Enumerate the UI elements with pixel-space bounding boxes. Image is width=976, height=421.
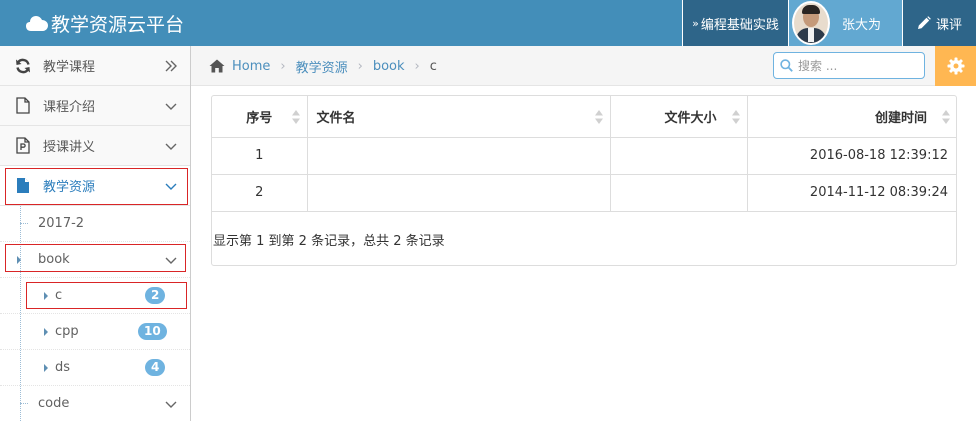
cell-created: 2016-08-18 12:39:12 bbox=[747, 137, 957, 175]
search-icon bbox=[780, 59, 793, 72]
user-menu[interactable]: 张大为 bbox=[788, 0, 902, 46]
sort-icon bbox=[731, 110, 740, 124]
pencil-icon bbox=[917, 16, 931, 29]
brand[interactable]: 教学资源云平台 bbox=[26, 8, 184, 38]
table-row[interactable]: 2 2014-11-12 08:39:24 bbox=[212, 174, 957, 212]
cloud-icon bbox=[26, 16, 48, 31]
resources-submenu: 2017-2 book c 2 cpp 10 ds 4 code bbox=[0, 206, 190, 421]
column-header-filename[interactable]: 文件名 bbox=[307, 96, 611, 138]
highlight-box bbox=[5, 168, 188, 205]
breadcrumb-separator: › bbox=[280, 58, 286, 74]
folder-ds[interactable]: ds 4 bbox=[0, 350, 190, 386]
brand-title: 教学资源云平台 bbox=[51, 13, 185, 36]
breadcrumb-resources[interactable]: 教学资源 bbox=[296, 57, 348, 76]
highlight-box bbox=[26, 282, 187, 309]
sort-icon bbox=[291, 110, 300, 124]
folder-label: 2017-2 bbox=[38, 216, 85, 231]
chevron-down-icon bbox=[165, 143, 177, 150]
count-badge: 10 bbox=[138, 323, 167, 340]
file-icon bbox=[14, 97, 32, 115]
breadcrumb-bar: Home › 教学资源 › book › c bbox=[191, 46, 976, 86]
caret-right-icon bbox=[44, 364, 48, 372]
cell-index: 1 bbox=[212, 137, 308, 175]
sidebar-item-courses[interactable]: 教学课程 bbox=[0, 46, 190, 86]
refresh-icon bbox=[14, 57, 32, 75]
avatar bbox=[792, 1, 830, 45]
highlight-box bbox=[5, 244, 186, 272]
sort-icon bbox=[594, 110, 603, 124]
sidebar-item-label: 课程介绍 bbox=[43, 100, 96, 115]
column-header-filesize[interactable]: 文件大小 bbox=[610, 96, 748, 138]
sort-icon bbox=[942, 110, 950, 124]
column-header-index[interactable]: 序号 bbox=[212, 96, 308, 138]
sidebar-item-intro[interactable]: 课程介绍 bbox=[0, 86, 190, 126]
breadcrumb-home[interactable]: Home bbox=[232, 59, 270, 74]
breadcrumb-book[interactable]: book bbox=[373, 59, 405, 74]
pagination-info: 显示第 1 到第 2 条记录，总共 2 条记录 bbox=[213, 234, 445, 249]
breadcrumb-separator: › bbox=[414, 58, 420, 74]
double-right-icon: » bbox=[692, 16, 699, 30]
practice-nav-button[interactable]: » 编程基础实践 bbox=[682, 0, 788, 46]
home-icon bbox=[209, 59, 225, 73]
folder-2017-2[interactable]: 2017-2 bbox=[0, 206, 190, 242]
chevron-down-icon bbox=[165, 401, 177, 408]
cell-filename[interactable] bbox=[307, 174, 611, 212]
practice-label: 编程基础实践 bbox=[700, 17, 779, 33]
review-nav-button[interactable]: 课评 bbox=[902, 0, 976, 46]
count-badge: 4 bbox=[145, 359, 166, 376]
gear-icon bbox=[947, 57, 964, 75]
review-label: 课评 bbox=[935, 17, 962, 33]
sidebar-item-lectures[interactable]: 授课讲义 bbox=[0, 126, 190, 166]
sidebar-item-label: 教学课程 bbox=[43, 60, 96, 75]
settings-button[interactable] bbox=[935, 46, 976, 86]
breadcrumb-current: c bbox=[429, 58, 437, 74]
sidebar: 教学课程 课程介绍 授课讲义 教学资源 2017-2 book c 2 cpp … bbox=[0, 46, 191, 421]
breadcrumb: Home › 教学资源 › book › c bbox=[209, 46, 437, 86]
cell-filesize bbox=[610, 137, 748, 175]
cell-filesize bbox=[610, 174, 748, 212]
cell-index: 2 bbox=[212, 174, 308, 212]
user-name: 张大为 bbox=[842, 17, 882, 33]
navbar: 教学资源云平台 » 编程基础实践 张大为 课评 bbox=[0, 0, 976, 46]
table-row[interactable]: 1 2016-08-18 12:39:12 bbox=[212, 137, 957, 175]
file-table-panel: 序号 文件名 文件大小 创建时间 1 2016-08-18 12:39:12 2… bbox=[211, 95, 957, 266]
double-chevron-right-icon bbox=[165, 60, 177, 71]
search-box[interactable] bbox=[773, 52, 925, 79]
sidebar-item-label: 授课讲义 bbox=[43, 140, 96, 155]
folder-label: cpp bbox=[55, 324, 79, 339]
breadcrumb-separator: › bbox=[357, 58, 363, 74]
chevron-down-icon bbox=[165, 103, 177, 110]
folder-cpp[interactable]: cpp 10 bbox=[0, 314, 190, 350]
cell-created: 2014-11-12 08:39:24 bbox=[747, 174, 957, 212]
cell-filename[interactable] bbox=[307, 137, 611, 175]
folder-code[interactable]: code bbox=[0, 386, 190, 421]
folder-label: ds bbox=[55, 360, 71, 375]
folder-label: code bbox=[38, 396, 70, 411]
ppt-file-icon bbox=[14, 137, 32, 155]
search-input[interactable] bbox=[798, 58, 908, 73]
file-table: 序号 文件名 文件大小 创建时间 1 2016-08-18 12:39:12 2… bbox=[212, 96, 957, 212]
column-header-created[interactable]: 创建时间 bbox=[747, 96, 957, 138]
caret-right-icon bbox=[44, 328, 48, 336]
